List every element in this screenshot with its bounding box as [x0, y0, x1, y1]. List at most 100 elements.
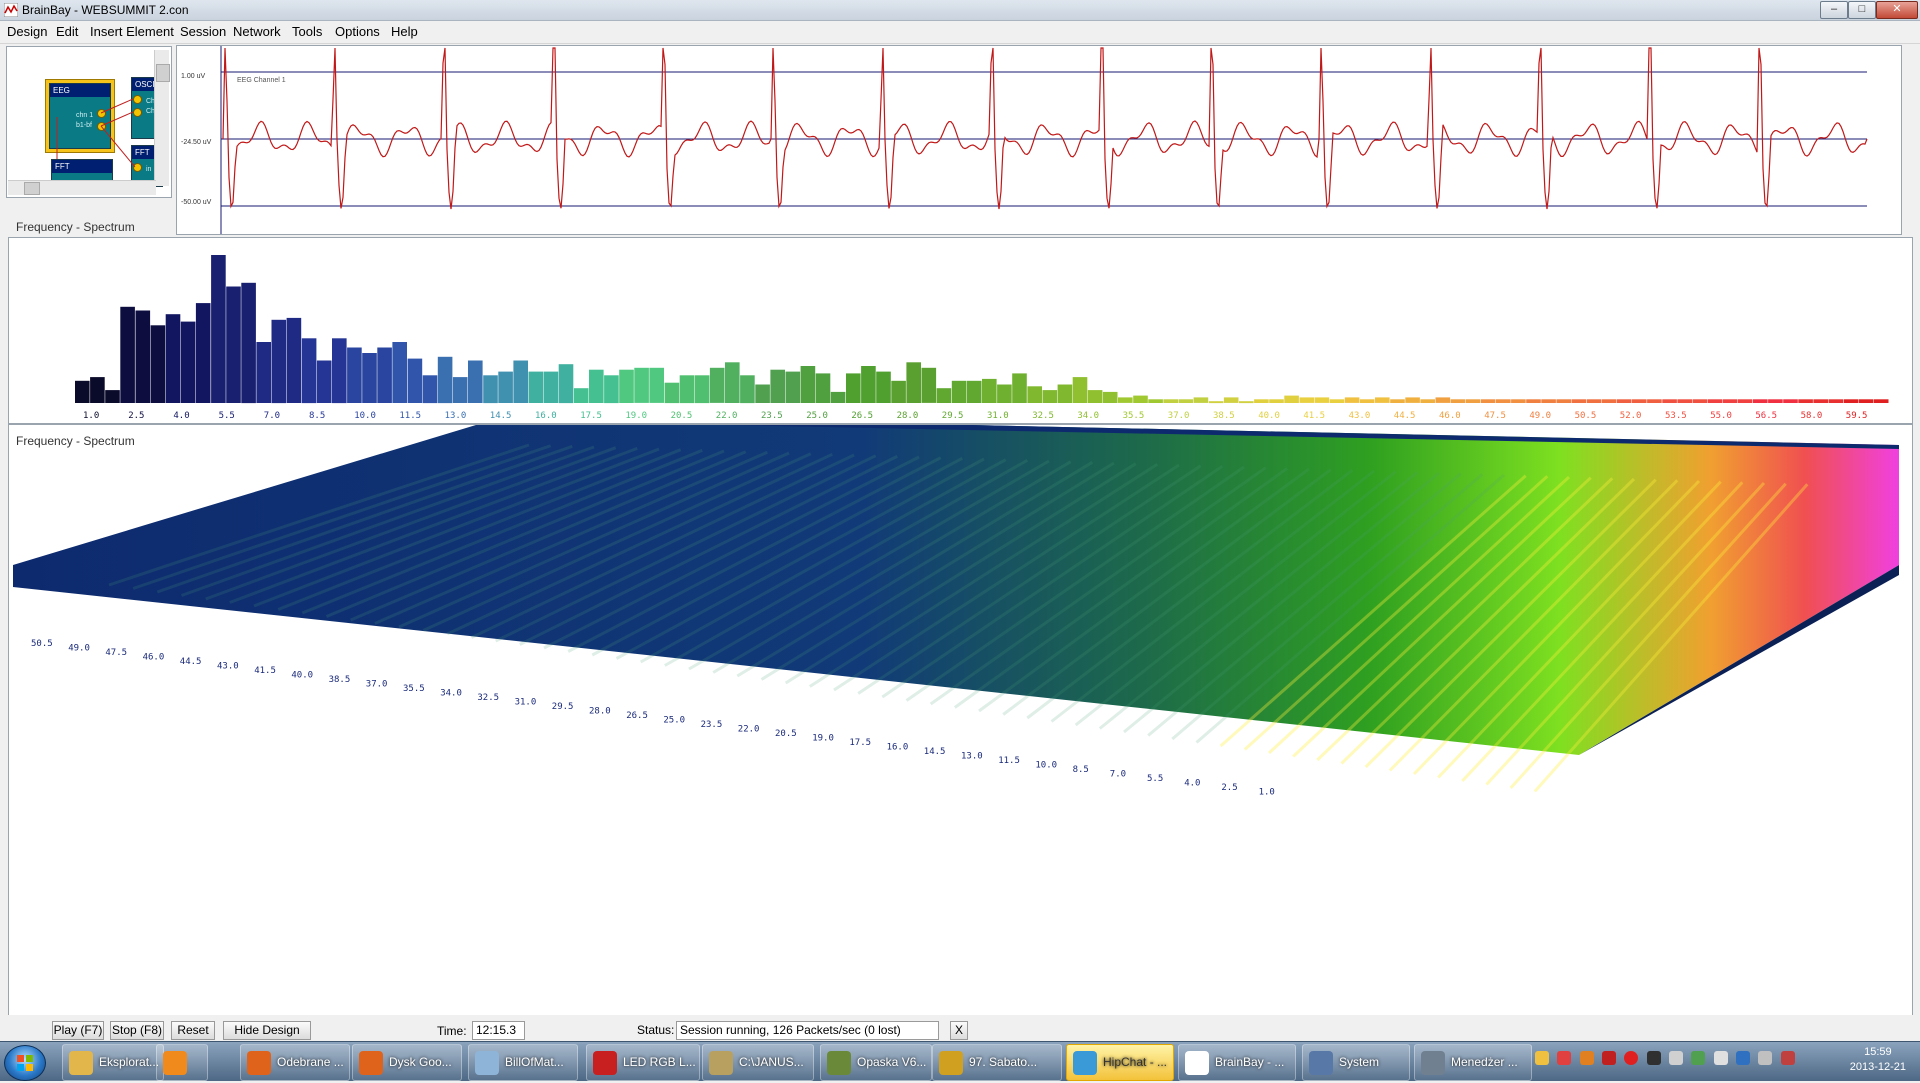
menu-edit[interactable]: Edit [56, 24, 78, 39]
reset-button[interactable]: Reset [171, 1021, 215, 1040]
spectrum-bar [90, 377, 105, 403]
taskbar-item[interactable]: BillOfMat... [468, 1044, 578, 1081]
spectrum-bar [1526, 399, 1541, 403]
tray-icon[interactable] [1602, 1050, 1617, 1065]
hide-design-button[interactable]: Hide Design [223, 1021, 311, 1040]
spectrum-bar [1344, 397, 1360, 403]
spectrum-bar [165, 314, 181, 403]
minimize-button[interactable]: – [1820, 1, 1848, 19]
taskbar-item[interactable]: System [1302, 1044, 1410, 1081]
spectrum-bar [1541, 399, 1556, 403]
menu-insert-element[interactable]: Insert Element [90, 24, 174, 39]
frequency-axis-label: 31.0 [515, 698, 537, 708]
spectrum-bar [694, 375, 710, 404]
maximize-button[interactable]: □ [1848, 1, 1876, 19]
taskbar-item[interactable]: 97. Sabato... [932, 1044, 1062, 1081]
x-tick-label: 55.0 [1710, 411, 1732, 421]
taskbar-item[interactable]: Dysk Goo... [352, 1044, 462, 1081]
network-icon[interactable] [1758, 1050, 1773, 1065]
taskbar-item[interactable] [156, 1044, 208, 1081]
close-window-button[interactable]: ✕ [1876, 1, 1918, 19]
menu-design[interactable]: Design [7, 24, 47, 39]
design-horizontal-scrollbar[interactable] [8, 180, 156, 195]
frequency-axis-label: 14.5 [924, 747, 946, 757]
tray-icon[interactable] [1535, 1050, 1549, 1065]
app-icon [1421, 1051, 1445, 1075]
x-tick-label: 50.5 [1575, 411, 1597, 421]
taskbar-item[interactable]: Menedżer ... [1414, 1044, 1532, 1081]
x-tick-label: 16.0 [535, 411, 557, 421]
spectrum-bar [815, 373, 831, 403]
taskbar-item[interactable]: LED RGB L... [586, 1044, 700, 1081]
x-tick-label: 17.5 [580, 411, 602, 421]
taskbar-item[interactable]: HipChat - ... [1066, 1044, 1174, 1081]
taskbar-item-label: Eksplorat... [99, 1055, 160, 1069]
clock[interactable]: 15:59 2013-12-21 [1850, 1045, 1906, 1075]
taskbar-item-label: 97. Sabato... [969, 1055, 1038, 1069]
spectrum-3d-surface: 50.5 49.0 47.5 46.0 44.5 43.0 41.5 40.0 38.5 37.0… [13, 415, 1899, 798]
taskbar-item[interactable]: Opaska V6... [820, 1044, 932, 1081]
spectrum-bar [468, 360, 483, 403]
volume-icon[interactable] [1780, 1050, 1795, 1065]
tray-icon[interactable] [1691, 1050, 1706, 1065]
taskbar-item[interactable]: BrainBay - ... [1178, 1044, 1296, 1081]
design-vertical-scrollbar[interactable] [154, 50, 170, 186]
spectrum-bar [407, 358, 423, 403]
spectrum-bar [679, 375, 695, 404]
tray-icon[interactable] [1557, 1050, 1572, 1065]
menu-tools[interactable]: Tools [292, 24, 322, 39]
tray-icon[interactable] [1646, 1050, 1661, 1065]
frequency-axis-label: 1.0 [1259, 788, 1275, 798]
frequency-axis-label: 8.5 [1073, 765, 1089, 775]
spectrum-3d-title: Frequency - Spectrum [16, 434, 135, 448]
x-tick-label: 28.0 [897, 411, 919, 421]
spectrum-bar [1798, 399, 1813, 403]
stop-button[interactable]: Stop (F8) [110, 1021, 164, 1040]
spectrum-bar [75, 380, 90, 403]
taskbar-item[interactable]: Odebrane ... [240, 1044, 350, 1081]
x-tick-label: 58.0 [1801, 411, 1823, 421]
tray-icon[interactable] [1736, 1050, 1751, 1065]
frequency-axis-label: 13.0 [961, 752, 983, 762]
scroll-thumb[interactable] [24, 182, 40, 195]
close-status-button[interactable]: X [950, 1021, 968, 1040]
oscilloscope-panel: 1.00 uV -24.50 uV -50.00 uV EEG Channel … [176, 45, 1902, 235]
spectrum-bar [256, 342, 271, 403]
app-icon [475, 1051, 499, 1075]
spectrum-bar [1692, 399, 1708, 403]
taskbar-item[interactable]: C:\JANUS... [702, 1044, 814, 1081]
menu-session[interactable]: Session [180, 24, 226, 39]
spectrum-bar [1450, 399, 1466, 403]
spectrum-bar [634, 367, 649, 403]
spectrum-bar [1102, 391, 1118, 403]
frequency-axis-label: 32.5 [477, 693, 499, 703]
spectrum-bar [286, 317, 302, 403]
tray-icon[interactable] [1579, 1050, 1594, 1065]
spectrum-bar [1647, 399, 1662, 403]
taskbar-item[interactable]: Eksplorat... [62, 1044, 164, 1081]
spectrum-bar [800, 366, 816, 403]
spectrum-bar [1828, 399, 1844, 403]
frequency-axis-label: 28.0 [589, 707, 611, 717]
x-tick-label: 26.5 [851, 411, 873, 421]
taskbar-item-label: BrainBay - ... [1215, 1055, 1285, 1069]
scroll-thumb[interactable] [156, 64, 170, 82]
frequency-axis-label: 35.5 [403, 684, 425, 694]
tray-icon[interactable] [1624, 1050, 1639, 1065]
x-tick-label: 32.5 [1032, 411, 1054, 421]
frequency-axis-label: 47.5 [105, 648, 127, 658]
menu-options[interactable]: Options [335, 24, 380, 39]
start-button[interactable] [4, 1045, 46, 1081]
spectrum-bar [906, 362, 921, 403]
frequency-axis-label: 44.5 [180, 657, 202, 667]
tray-icon[interactable] [1669, 1050, 1684, 1065]
menu-network[interactable]: Network [233, 24, 281, 39]
play-button[interactable]: Play (F7) [52, 1021, 104, 1040]
tray-icon[interactable] [1713, 1050, 1728, 1065]
time-label: Time: [437, 1024, 467, 1038]
menu-help[interactable]: Help [391, 24, 418, 39]
frequency-axis-label: 25.0 [663, 716, 685, 726]
frequency-axis-label: 40.0 [291, 671, 313, 681]
spectrum-bar [392, 342, 407, 403]
design-canvas[interactable]: EEG chn 1 b1-bf OSCI Chn Chn FFT in FFT [6, 46, 172, 198]
